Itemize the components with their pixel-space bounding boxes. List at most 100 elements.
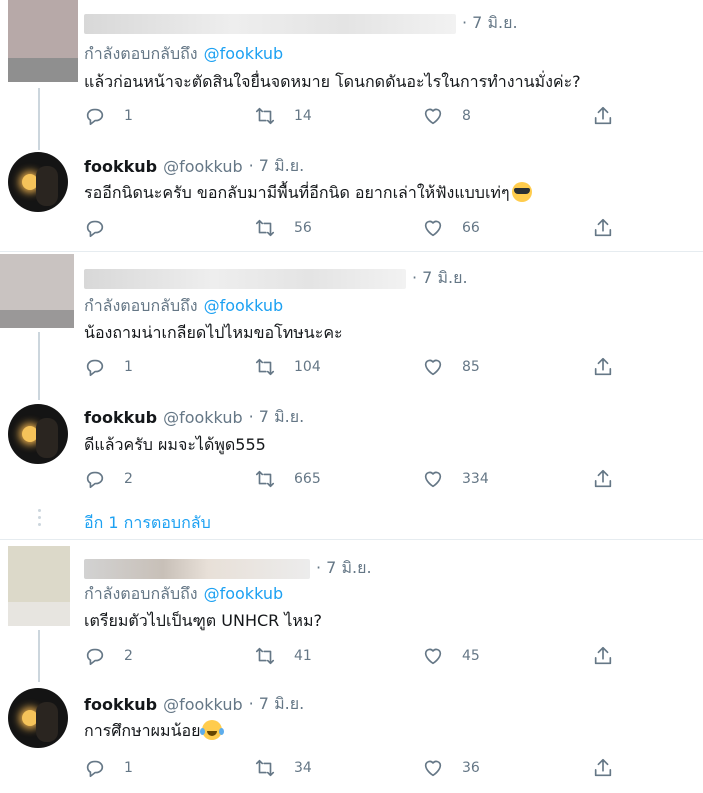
tweet-date[interactable]: · 7 มิ.ย. — [412, 266, 468, 291]
retweet-button[interactable]: 14 — [254, 104, 312, 128]
reply-tweet-3[interactable]: · 7 มิ.ย. กำลังตอบกลับถึง @fookkub เตรียม… — [0, 540, 703, 682]
reply-button[interactable]: 1 — [84, 756, 133, 780]
blurred-username — [84, 13, 456, 34]
reply-icon — [86, 760, 104, 778]
retweet-icon — [255, 759, 275, 777]
share-button[interactable] — [592, 104, 614, 128]
tweet-text: รออีกนิดนะครับ ขอกลับมามีพื้นที่อีกนิด อ… — [84, 181, 532, 206]
tweet-header: · 7 มิ.ย. — [84, 11, 518, 36]
share-icon — [594, 469, 612, 488]
author-tweet-2[interactable]: fookkub @fookkub · 7 มิ.ย. ดีแล้วครับ ผม… — [0, 400, 703, 500]
tweet-text: น้องถามน่าเกลียดไปไหมขอโทษนะคะ — [84, 323, 343, 342]
blurred-avatar[interactable] — [0, 254, 74, 328]
share-button[interactable] — [592, 756, 614, 780]
replying-to: กำลังตอบกลับถึง @fookkub — [84, 584, 284, 603]
retweet-button[interactable]: 34 — [254, 756, 312, 780]
reply-icon — [86, 220, 104, 238]
avatar[interactable] — [8, 152, 68, 212]
thread-line — [38, 332, 40, 400]
tweet-actions: 2 41 45 — [84, 644, 624, 668]
like-icon — [424, 220, 442, 237]
like-icon — [424, 359, 442, 376]
blurred-avatar[interactable] — [8, 0, 78, 82]
mention-link[interactable]: @fookkub — [204, 44, 284, 63]
reply-icon — [86, 359, 104, 377]
retweet-icon — [255, 647, 275, 665]
tweet-header: fookkub @fookkub · 7 มิ.ย. — [84, 692, 304, 717]
tweet-date[interactable]: · 7 มิ.ย. — [249, 154, 305, 179]
like-button[interactable]: 45 — [422, 644, 480, 668]
user-handle[interactable]: @fookkub — [163, 695, 243, 714]
show-more-replies-link[interactable]: อีก 1 การตอบกลับ — [84, 511, 211, 536]
thread-line — [38, 630, 40, 682]
share-icon — [594, 646, 612, 665]
tweet-text: แล้วก่อนหน้าจะตัดสินใจยื่นจดหมาย โดนกดดั… — [84, 72, 581, 91]
mention-link[interactable]: @fookkub — [204, 296, 284, 315]
replying-to: กำลังตอบกลับถึง @fookkub — [84, 44, 284, 63]
tweet-header: · 7 มิ.ย. — [84, 266, 468, 291]
tweet-actions: 1 14 8 — [84, 104, 624, 128]
share-icon — [594, 758, 612, 777]
tweet-header: · 7 มิ.ย. — [84, 556, 372, 581]
author-tweet-1[interactable]: fookkub @fookkub · 7 มิ.ย. รออีกนิดนะครั… — [0, 150, 703, 250]
reply-tweet-1[interactable]: · 7 มิ.ย. กำลังตอบกลับถึง @fookkub แล้วก่… — [0, 0, 703, 150]
reply-icon — [86, 471, 104, 489]
like-button[interactable]: 36 — [422, 756, 480, 780]
author-tweet-3[interactable]: fookkub @fookkub · 7 มิ.ย. การศึกษาผมน้อ… — [0, 682, 703, 793]
thread-line — [38, 88, 40, 150]
reply-tweet-2[interactable]: · 7 มิ.ย. กำลังตอบกลับถึง @fookkub น้องถา… — [0, 252, 703, 400]
reply-button[interactable] — [84, 216, 106, 240]
reply-button[interactable]: 2 — [84, 644, 133, 668]
retweet-icon — [255, 219, 275, 237]
blurred-avatar[interactable] — [8, 546, 70, 626]
laughing-tears-emoji — [200, 720, 225, 740]
tweet-date[interactable]: · 7 มิ.ย. — [249, 405, 305, 430]
like-button[interactable]: 334 — [422, 467, 489, 491]
like-button[interactable]: 85 — [422, 355, 480, 379]
like-button[interactable]: 66 — [422, 216, 480, 240]
retweet-button[interactable]: 41 — [254, 644, 312, 668]
tweet-actions: 1 34 36 — [84, 756, 624, 780]
share-button[interactable] — [592, 467, 614, 491]
reply-icon — [86, 648, 104, 666]
blurred-username — [84, 268, 406, 289]
tweet-date[interactable]: · 7 มิ.ย. — [316, 556, 372, 581]
retweet-icon — [255, 470, 275, 488]
retweet-icon — [255, 107, 275, 125]
reply-button[interactable]: 1 — [84, 104, 133, 128]
sunglasses-emoji — [511, 182, 532, 202]
avatar[interactable] — [8, 404, 68, 464]
tweet-actions: 1 104 85 — [84, 355, 624, 379]
retweet-button[interactable]: 56 — [254, 216, 312, 240]
tweet-text: เตรียมตัวไปเป็นฑูต UNHCR ไหม? — [84, 611, 322, 630]
user-handle[interactable]: @fookkub — [163, 408, 243, 427]
share-button[interactable] — [592, 216, 614, 240]
more-replies-dots — [38, 509, 42, 530]
like-icon — [424, 471, 442, 488]
like-icon — [424, 760, 442, 777]
tweet-header: fookkub @fookkub · 7 มิ.ย. — [84, 405, 304, 430]
share-button[interactable] — [592, 355, 614, 379]
tweet-actions: 2 665 334 — [84, 467, 624, 491]
tweet-date[interactable]: · 7 มิ.ย. — [249, 692, 305, 717]
display-name[interactable]: fookkub — [84, 695, 157, 714]
retweet-button[interactable]: 104 — [254, 355, 321, 379]
tweet-date[interactable]: · 7 มิ.ย. — [462, 11, 518, 36]
like-icon — [424, 648, 442, 665]
like-button[interactable]: 8 — [422, 104, 471, 128]
reply-button[interactable]: 2 — [84, 467, 133, 491]
tweet-header: fookkub @fookkub · 7 มิ.ย. — [84, 154, 304, 179]
share-button[interactable] — [592, 644, 614, 668]
mention-link[interactable]: @fookkub — [204, 584, 284, 603]
display-name[interactable]: fookkub — [84, 157, 157, 176]
user-handle[interactable]: @fookkub — [163, 157, 243, 176]
reply-icon — [86, 108, 104, 126]
display-name[interactable]: fookkub — [84, 408, 157, 427]
share-icon — [594, 357, 612, 376]
retweet-button[interactable]: 665 — [254, 467, 321, 491]
tweet-text: ดีแล้วครับ ผมจะได้พูด555 — [84, 435, 266, 454]
reply-button[interactable]: 1 — [84, 355, 133, 379]
replying-to: กำลังตอบกลับถึง @fookkub — [84, 296, 284, 315]
avatar[interactable] — [8, 688, 68, 748]
share-icon — [594, 106, 612, 125]
